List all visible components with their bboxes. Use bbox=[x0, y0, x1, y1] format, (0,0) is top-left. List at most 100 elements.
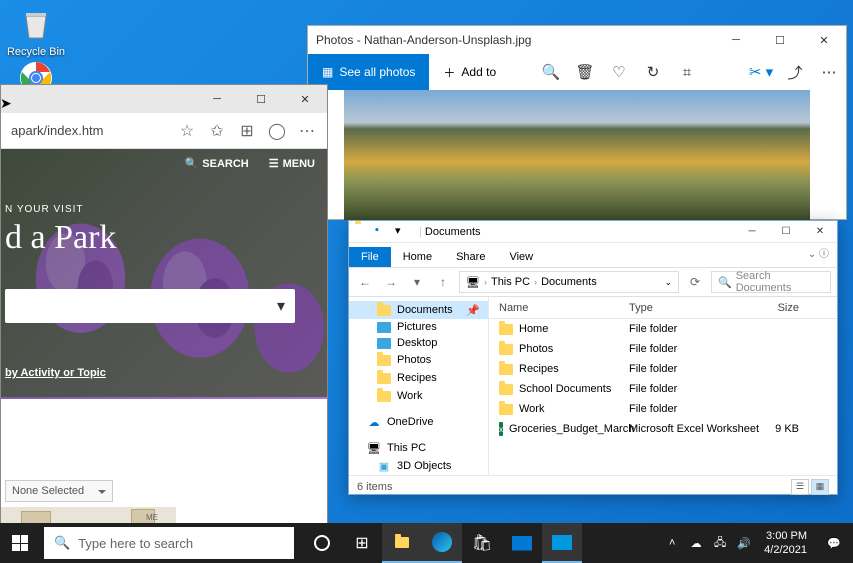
photos-titlebar[interactable]: Photos - Nathan-Anderson-Unsplash.jpg ─ … bbox=[308, 26, 846, 54]
expand-ribbon-icon[interactable]: ⌄ ⓘ bbox=[808, 245, 829, 260]
task-view-button[interactable]: ⊞ bbox=[342, 523, 382, 563]
file-row[interactable]: HomeFile folder bbox=[489, 319, 837, 339]
file-row[interactable]: RecipesFile folder bbox=[489, 359, 837, 379]
close-button[interactable]: ✕ bbox=[802, 26, 846, 54]
rotate-icon[interactable]: ↻ bbox=[636, 54, 670, 90]
folder-icon bbox=[395, 537, 409, 548]
explorer-taskbar-icon[interactable] bbox=[382, 523, 422, 563]
delete-icon[interactable]: 🗑 bbox=[568, 54, 602, 90]
profile-icon[interactable]: ◯ bbox=[267, 121, 287, 141]
forward-button[interactable]: → bbox=[381, 275, 401, 289]
column-headers[interactable]: Name Type Size bbox=[489, 297, 837, 319]
minimize-button[interactable]: ─ bbox=[714, 26, 758, 54]
breadcrumb[interactable]: 🖥 › This PC › Documents ⌄ bbox=[459, 271, 679, 293]
up-button[interactable]: ↑ bbox=[433, 275, 453, 289]
quick-access-icon[interactable]: ▪ bbox=[375, 224, 391, 240]
taskbar-search[interactable]: 🔍 Type here to search bbox=[44, 527, 294, 559]
url-text[interactable]: apark/index.htm bbox=[11, 123, 167, 138]
explorer-titlebar[interactable]: ▪ ▾ | Documents ─ ☐ ✕ bbox=[349, 221, 837, 243]
none-selected-dropdown[interactable]: None Selected bbox=[5, 480, 113, 502]
nav-onedrive[interactable]: ☁OneDrive bbox=[349, 413, 488, 431]
favorite-icon[interactable]: ♡ bbox=[602, 54, 636, 90]
share-icon[interactable]: ⤴ bbox=[778, 54, 812, 90]
search-input[interactable]: 🔍 Search Documents bbox=[711, 271, 831, 293]
mail-taskbar-icon[interactable] bbox=[502, 523, 542, 563]
search-link[interactable]: 🔍SEARCH bbox=[185, 157, 249, 170]
photo-content[interactable] bbox=[344, 90, 810, 220]
edit-icon[interactable]: ✂ ▾ bbox=[744, 54, 778, 90]
nav-3dobjects[interactable]: ▣3D Objects bbox=[349, 457, 488, 475]
network-tray-icon[interactable]: 🖧 bbox=[708, 534, 732, 553]
store-icon: 🛍 bbox=[472, 533, 492, 553]
bc-thispc[interactable]: This PC bbox=[491, 276, 530, 288]
bc-documents[interactable]: Documents bbox=[541, 276, 597, 288]
minimize-button[interactable]: ─ bbox=[195, 85, 239, 113]
volume-tray-icon[interactable]: 🔊 bbox=[732, 537, 756, 550]
maximize-button[interactable]: ☐ bbox=[769, 221, 803, 243]
refresh-button[interactable]: ⟳ bbox=[685, 275, 705, 289]
onedrive-tray-icon[interactable]: ☁ bbox=[684, 537, 708, 550]
nav-thispc[interactable]: 🖥This PC bbox=[349, 439, 488, 457]
favorites-icon[interactable]: ✩ bbox=[207, 121, 227, 141]
store-taskbar-icon[interactable]: 🛍 bbox=[462, 523, 502, 563]
icons-view-button[interactable]: ▦ bbox=[811, 479, 829, 495]
file-size: 9 KB bbox=[759, 423, 809, 435]
file-row[interactable]: School DocumentsFile folder bbox=[489, 379, 837, 399]
nav-work[interactable]: Work bbox=[349, 387, 488, 405]
back-button[interactable]: ← bbox=[355, 275, 375, 289]
file-name: Photos bbox=[519, 343, 553, 355]
state-label: ME bbox=[146, 513, 158, 522]
folder-icon bbox=[499, 384, 513, 395]
maximize-button[interactable]: ☐ bbox=[758, 26, 802, 54]
minimize-button[interactable]: ─ bbox=[735, 221, 769, 243]
dropdown-icon[interactable]: ▾ bbox=[395, 224, 411, 240]
nav-recipes[interactable]: Recipes bbox=[349, 369, 488, 387]
nav-bar: ← → ▾ ↑ 🖥 › This PC › Documents ⌄ ⟳ 🔍 Se… bbox=[349, 267, 837, 297]
file-row[interactable]: WorkFile folder bbox=[489, 399, 837, 419]
tab-home[interactable]: Home bbox=[391, 247, 444, 267]
add-to-button[interactable]: ＋ Add to bbox=[429, 64, 510, 81]
file-row[interactable]: PhotosFile folder bbox=[489, 339, 837, 359]
more-icon[interactable]: ⋯ bbox=[812, 54, 846, 90]
col-size[interactable]: Size bbox=[759, 302, 809, 314]
edge-taskbar-icon[interactable] bbox=[422, 523, 462, 563]
crop-icon[interactable]: ⌗ bbox=[670, 54, 704, 90]
add-to-label: Add to bbox=[461, 65, 496, 79]
tab-view[interactable]: View bbox=[497, 247, 545, 267]
nav-documents[interactable]: Documents📌 bbox=[349, 301, 488, 319]
nav-pictures[interactable]: Pictures bbox=[349, 319, 488, 335]
recent-dropdown[interactable]: ▾ bbox=[407, 275, 427, 289]
col-type[interactable]: Type bbox=[629, 302, 759, 314]
pc-icon: 🖥 bbox=[466, 276, 480, 289]
close-button[interactable]: ✕ bbox=[803, 221, 837, 243]
system-tray: ˄ ☁ 🖧 🔊 3:00 PM 4/2/2021 💬 bbox=[660, 523, 853, 563]
navigation-pane[interactable]: Documents📌 Pictures Desktop Photos Recip… bbox=[349, 297, 489, 475]
tray-chevron-icon[interactable]: ˄ bbox=[660, 537, 684, 549]
nav-photos[interactable]: Photos bbox=[349, 351, 488, 369]
start-button[interactable] bbox=[0, 523, 40, 563]
close-button[interactable]: ✕ bbox=[283, 85, 327, 113]
recycle-bin-label: Recycle Bin bbox=[4, 46, 68, 58]
clock[interactable]: 3:00 PM 4/2/2021 bbox=[756, 529, 815, 558]
tab-share[interactable]: Share bbox=[444, 247, 497, 267]
chevron-down-icon[interactable]: ⌄ bbox=[664, 277, 672, 288]
star-outline-icon[interactable]: ☆ bbox=[177, 121, 197, 141]
details-view-button[interactable]: ☰ bbox=[791, 479, 809, 495]
action-center-button[interactable]: 💬 bbox=[815, 537, 853, 550]
cortana-button[interactable] bbox=[302, 523, 342, 563]
tab-file[interactable]: File bbox=[349, 247, 391, 267]
file-row[interactable]: xGroceries_Budget_MarchMicrosoft Excel W… bbox=[489, 419, 837, 439]
file-type: File folder bbox=[629, 383, 759, 395]
collections-icon[interactable]: ⊞ bbox=[237, 121, 257, 141]
browser-titlebar[interactable]: ─ ☐ ✕ bbox=[1, 85, 327, 113]
photos-taskbar-icon[interactable] bbox=[542, 523, 582, 563]
more-icon[interactable]: ⋯ bbox=[297, 121, 317, 141]
zoom-icon[interactable]: 🔍 bbox=[534, 54, 568, 90]
maximize-button[interactable]: ☐ bbox=[239, 85, 283, 113]
col-name[interactable]: Name bbox=[489, 302, 629, 314]
nav-desktop[interactable]: Desktop bbox=[349, 335, 488, 351]
state-select[interactable]: ▾ bbox=[5, 289, 295, 323]
recycle-bin-desktop-icon[interactable]: Recycle Bin bbox=[4, 4, 68, 58]
activity-link[interactable]: by Activity or Topic bbox=[5, 367, 106, 379]
menu-link[interactable]: ☰MENU bbox=[269, 157, 315, 170]
